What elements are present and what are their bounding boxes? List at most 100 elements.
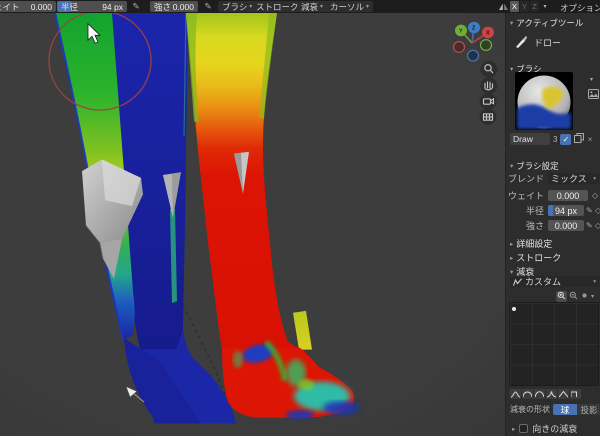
shape-projected-button[interactable]: 投影	[577, 404, 600, 415]
brush-duplicate-icon[interactable]	[574, 133, 584, 145]
curve-toolbar: ▾	[556, 291, 600, 302]
active-tool-title: アクティブツール	[516, 17, 583, 29]
weight-row: ウェイト 0.000 ◇	[506, 190, 600, 201]
strength-animate-icon[interactable]: ◇	[595, 221, 600, 230]
mirror-dropdown-icon[interactable]: ▾	[540, 1, 550, 12]
section-advanced[interactable]: ▸ 詳細設定	[506, 237, 600, 250]
curve-zoom-out-icon[interactable]	[569, 291, 578, 302]
draw-tool-icon	[514, 35, 528, 49]
panel-radius-value: 94 px	[555, 206, 577, 216]
viewport-3d[interactable]: Y Z X	[0, 13, 505, 436]
preset-sphere-button[interactable]	[522, 389, 533, 399]
curve-zoom-in-icon[interactable]	[556, 291, 567, 302]
radius-slider[interactable]: 半径 94 px	[57, 1, 127, 12]
curve-options-icon[interactable]	[580, 291, 589, 302]
strength-field[interactable]: 強さ 0.000	[150, 1, 198, 12]
camera-view-button[interactable]	[480, 93, 497, 109]
preset-constant-button[interactable]	[570, 389, 581, 399]
chevron-down-icon: ▾	[510, 65, 513, 73]
chevron-down-icon: ▾	[510, 162, 513, 170]
brush-preview[interactable]	[515, 72, 573, 130]
panel-strength-field[interactable]: 0.000	[548, 220, 584, 231]
weight-field-value: 0.000	[31, 2, 52, 12]
menu-brush-label: ブラシ	[222, 1, 247, 13]
brush-name-row: Draw 3 ✓ ×	[510, 133, 600, 145]
curve-icon	[513, 278, 522, 286]
falloff-curve-dropdown[interactable]: カスタム ▾	[510, 276, 599, 287]
chevron-down-icon: ▾	[510, 19, 513, 27]
blender-window: Y Z X	[0, 0, 600, 436]
panel-weight-value: 0.000	[557, 191, 580, 201]
menu-falloff-label: 減衰	[301, 1, 318, 13]
tool-header-bar: ェイト 0.000 半径 94 px ✎ 強さ 0.000 ✎ ブラシ▾ ストロ…	[0, 0, 600, 13]
gizmo-axis-y-neg[interactable]	[481, 40, 492, 51]
brush-user-count[interactable]: 3	[553, 135, 557, 144]
preset-root-button[interactable]	[534, 389, 545, 399]
options-menu[interactable]: オプション	[560, 2, 600, 14]
svg-text:Y: Y	[459, 29, 463, 35]
menu-cursor[interactable]: カーソル▾	[326, 1, 373, 12]
brush-fake-user-toggle[interactable]: ✓	[560, 134, 571, 145]
gizmo-axis-z-neg[interactable]	[468, 50, 479, 61]
weight-animate-icon[interactable]: ◇	[592, 191, 598, 200]
curve-control-point[interactable]	[512, 307, 516, 311]
panel-weight-field[interactable]: 0.000	[548, 190, 588, 201]
blend-mode-dropdown[interactable]: ミックス ▾	[548, 173, 599, 184]
radius-edit-icon[interactable]: ✎	[129, 1, 143, 12]
radius-slider-label: 半径	[61, 1, 78, 12]
radius-slider-value: 94 px	[102, 2, 123, 12]
mirror-z-toggle[interactable]: Z	[530, 1, 539, 12]
tool-settings-panel: ▾ アクティブツール ドロー ▾ ブラシ	[505, 13, 600, 436]
falloff-curve-editor[interactable]	[509, 302, 599, 386]
pan-hand-button[interactable]	[481, 78, 498, 94]
panel-radius-label: 半径	[506, 204, 544, 217]
active-tool-row[interactable]: ドロー	[514, 35, 600, 49]
grid-perspective-button[interactable]	[480, 109, 497, 125]
strength-edit-icon[interactable]: ✎	[201, 1, 215, 12]
menu-falloff[interactable]: 減衰▾	[297, 1, 327, 12]
brush-unlink-icon[interactable]: ×	[587, 134, 592, 144]
mirror-icon[interactable]	[498, 1, 509, 12]
section-brush-settings[interactable]: ▾ ブラシ設定	[506, 160, 600, 172]
preset-sharp-button[interactable]	[546, 389, 557, 399]
gizmo-axis-x-neg[interactable]	[454, 42, 465, 53]
zoom-button[interactable]	[481, 61, 498, 77]
shape-sphere-button[interactable]: 球	[553, 404, 577, 415]
panel-radius-slider[interactable]: 94 px	[548, 205, 584, 216]
mirror-x-toggle[interactable]: X	[510, 1, 519, 12]
falloff-preset-row	[510, 389, 600, 399]
active-tool-name: ドロー	[534, 36, 561, 49]
brush-preview-dropdown-icon[interactable]: ▾	[590, 76, 593, 83]
weight-field[interactable]: ェイト 0.000	[0, 1, 56, 12]
chevron-right-icon: ▸	[510, 254, 513, 262]
panel-weight-label: ウェイト	[506, 189, 544, 202]
menu-stroke-label: ストローク	[256, 1, 299, 13]
falloff-curve-value: カスタム	[525, 275, 561, 288]
front-face-checkbox[interactable]	[519, 424, 528, 433]
mirror-y-toggle[interactable]: Y	[520, 1, 529, 12]
strength-field-label: 強さ	[154, 1, 171, 12]
brush-image-icon[interactable]	[588, 89, 599, 101]
radius-animate-icon[interactable]: ◇	[595, 206, 600, 215]
advanced-title: 詳細設定	[516, 237, 552, 250]
curve-extra-dropdown-icon[interactable]: ▾	[591, 293, 594, 300]
brush-name-field[interactable]: Draw	[510, 133, 550, 145]
menu-cursor-label: カーソル	[330, 1, 364, 13]
blend-label: ブレンド	[506, 172, 544, 185]
front-face-falloff-row[interactable]: ▸ 向きの減衰	[512, 422, 600, 435]
panel-strength-label: 強さ	[506, 219, 544, 232]
preset-smooth-button[interactable]	[510, 389, 521, 399]
strength-field-value: 0.000	[173, 2, 194, 12]
menu-brush[interactable]: ブラシ▾	[218, 1, 256, 12]
strength-pressure-icon[interactable]: ✎	[586, 221, 593, 230]
radius-row: 半径 94 px ✎ ◇	[506, 205, 600, 216]
panel-strength-value: 0.000	[555, 221, 578, 231]
svg-text:X: X	[486, 31, 490, 37]
section-active-tool[interactable]: ▾ アクティブツール	[506, 17, 600, 29]
strength-row: 強さ 0.000 ✎ ◇	[506, 220, 600, 231]
preset-linear-button[interactable]	[558, 389, 569, 399]
section-stroke[interactable]: ▸ ストローク	[506, 251, 600, 264]
radius-pressure-icon[interactable]: ✎	[586, 206, 593, 215]
stroke-title: ストローク	[516, 251, 561, 264]
panel-radius-fill	[548, 205, 553, 216]
